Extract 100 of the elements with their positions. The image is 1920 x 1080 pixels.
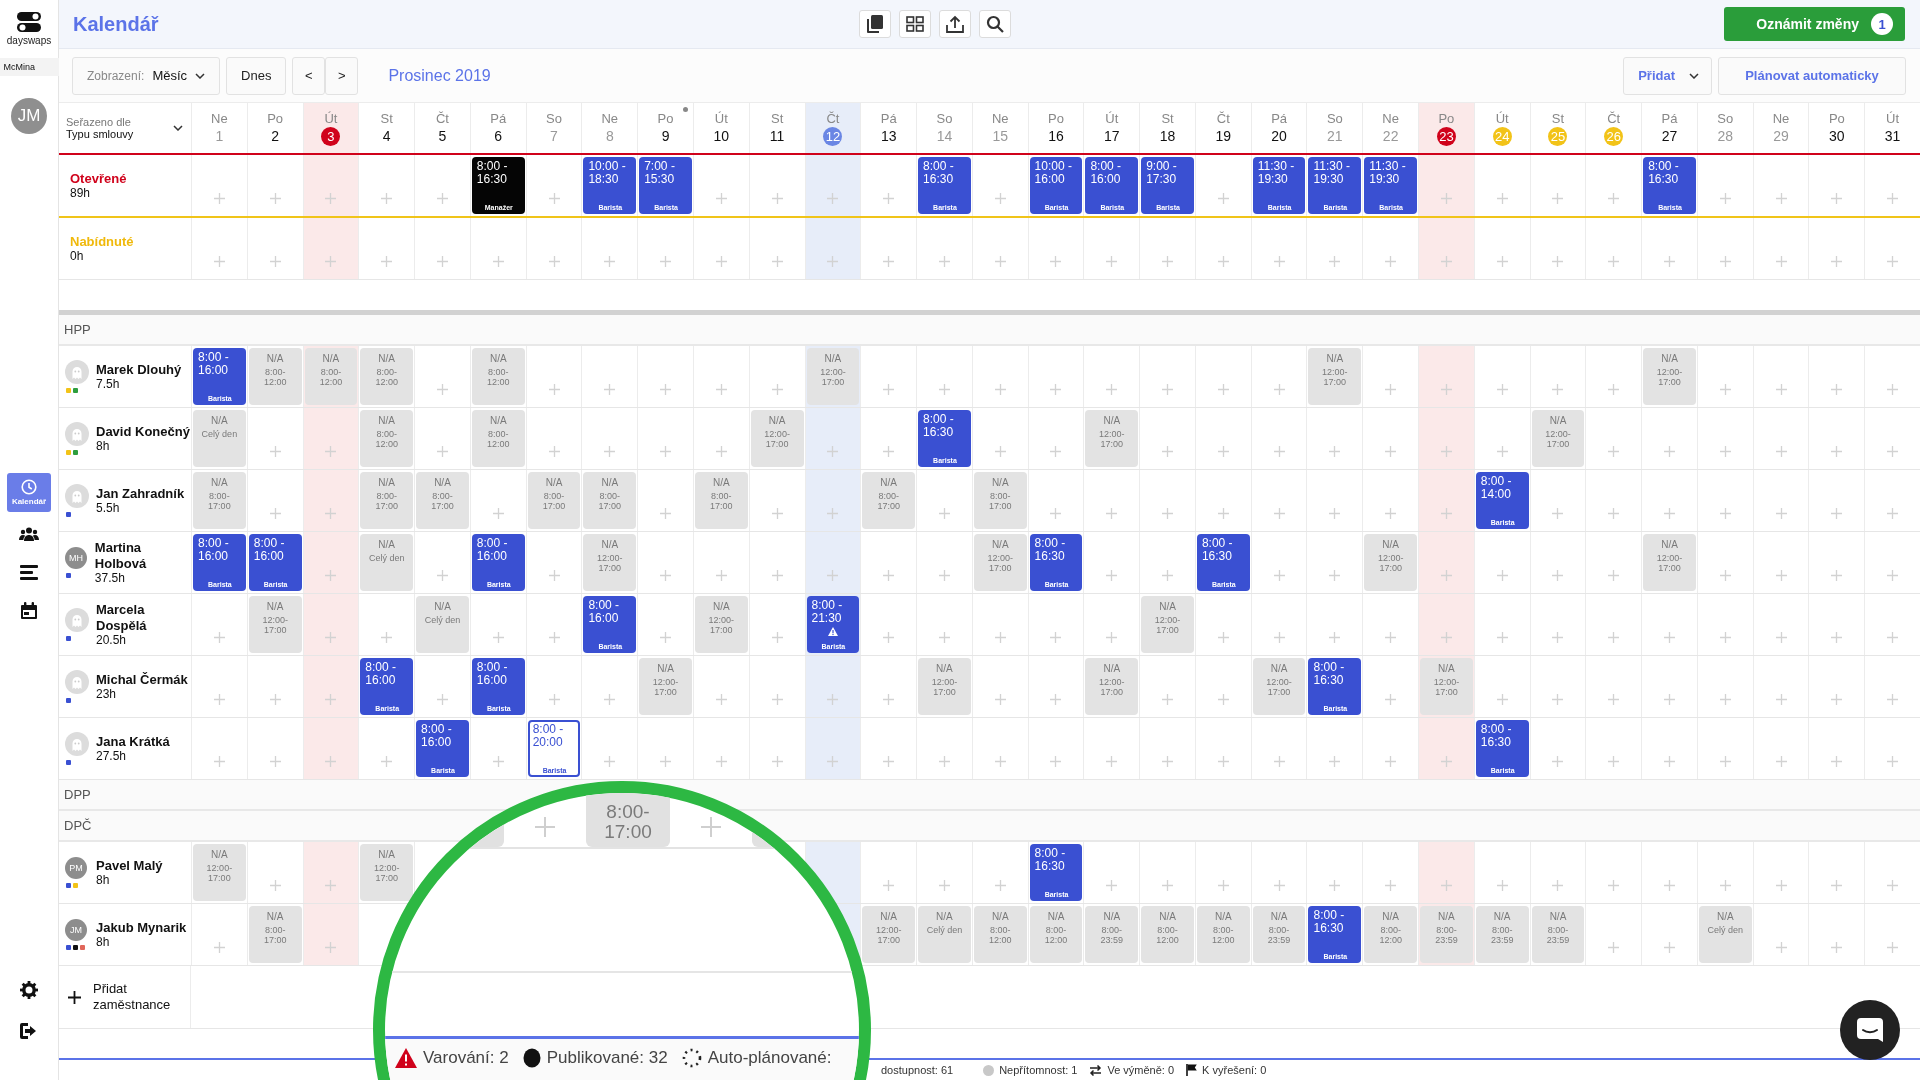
add-icon[interactable] [1106,880,1118,891]
add-icon[interactable] [1608,632,1620,643]
add-icon[interactable] [1050,256,1062,267]
add-icon[interactable] [1106,508,1118,519]
add-icon[interactable] [827,508,839,519]
settings-icon[interactable] [20,981,38,999]
add-icon[interactable] [1385,880,1397,891]
add-icon[interactable] [1162,256,1174,267]
add-icon[interactable] [1440,193,1452,204]
add-icon[interactable] [213,632,225,643]
add-icon[interactable] [1440,880,1452,891]
add-icon[interactable] [1050,632,1062,643]
add-icon[interactable] [1887,508,1899,519]
add-icon[interactable] [660,256,672,267]
add-icon[interactable] [1775,256,1787,267]
add-icon[interactable] [1329,756,1341,767]
add-icon[interactable] [1831,942,1843,953]
sort-dropdown[interactable]: Seřazeno dle Typu smlouvy [59,103,191,153]
add-icon[interactable] [548,632,560,643]
publish-button[interactable]: Oznámit změny 1 [1724,7,1905,41]
add-icon[interactable] [1775,880,1787,891]
add-icon[interactable] [325,508,337,519]
add-icon[interactable] [1552,756,1564,767]
add-icon[interactable] [213,756,225,767]
add-icon[interactable] [1608,570,1620,581]
add-icon[interactable] [938,384,950,395]
add-icon[interactable] [938,508,950,519]
add-icon[interactable] [1887,632,1899,643]
add-icon[interactable] [883,632,895,643]
add-icon[interactable] [1496,193,1508,204]
add-icon[interactable] [771,508,783,519]
toolbar-button[interactable] [979,10,1011,38]
add-icon[interactable] [1719,632,1731,643]
add-icon[interactable] [1775,384,1787,395]
add-icon[interactable] [1273,256,1285,267]
add-icon[interactable] [548,256,560,267]
add-icon[interactable] [325,570,337,581]
employee-name[interactable]: Martina Holbová [94,539,191,572]
add-icon[interactable] [1887,880,1899,891]
add-icon[interactable] [1273,756,1285,767]
add-icon[interactable] [1329,446,1341,457]
add-icon[interactable] [1664,942,1675,953]
add-icon[interactable] [1552,256,1564,267]
add-icon[interactable] [660,570,672,581]
add-icon[interactable] [1496,256,1508,267]
add-icon[interactable] [1608,694,1620,705]
add-icon[interactable] [660,632,672,643]
add-icon[interactable] [715,756,727,767]
toolbar-button[interactable] [899,10,931,38]
add-icon[interactable] [1831,570,1843,581]
add-icon[interactable] [1217,193,1229,204]
add-icon[interactable] [436,694,448,705]
employee-name[interactable]: Jana Krátká [96,733,170,750]
add-icon[interactable] [548,384,560,395]
add-icon[interactable] [325,193,337,204]
add-icon[interactable] [1831,632,1843,643]
add-icon[interactable] [1719,193,1731,204]
add-icon[interactable] [1552,508,1564,519]
add-icon[interactable] [1719,756,1731,767]
add-icon[interactable] [1775,570,1787,581]
add-icon[interactable] [1217,446,1229,457]
add-icon[interactable] [1608,256,1620,267]
add-icon[interactable] [1831,756,1843,767]
add-icon[interactable] [771,256,783,267]
add-icon[interactable] [1440,256,1452,267]
add-icon[interactable] [1050,694,1062,705]
add-icon[interactable] [1664,508,1675,519]
add-icon[interactable] [883,880,895,891]
add-icon[interactable] [1775,756,1787,767]
add-icon[interactable] [1719,508,1731,519]
add-icon[interactable] [827,446,839,457]
add-icon[interactable] [269,256,281,267]
today-button[interactable]: Dnes [226,56,287,95]
add-icon[interactable] [325,880,337,891]
add-icon[interactable] [1385,446,1397,457]
add-icon[interactable] [492,256,504,267]
add-icon[interactable] [1440,446,1452,457]
add-icon[interactable] [994,446,1006,457]
add-icon[interactable] [492,756,504,767]
add-icon[interactable] [1719,570,1731,581]
add-icon[interactable] [1162,880,1174,891]
add-icon[interactable] [325,632,337,643]
add-icon[interactable] [604,384,616,395]
add-icon[interactable] [938,256,950,267]
add-icon[interactable] [604,446,616,457]
add-icon[interactable] [1162,446,1174,457]
add-icon[interactable] [1385,756,1397,767]
add-icon[interactable] [325,942,337,953]
add-icon[interactable] [1440,570,1452,581]
add-icon[interactable] [771,384,783,395]
add-icon[interactable] [604,756,616,767]
add-icon[interactable] [1106,256,1118,267]
add-icon[interactable] [213,256,225,267]
add-icon[interactable] [213,193,225,204]
add-icon[interactable] [938,756,950,767]
add-icon[interactable] [1775,193,1787,204]
add-icon[interactable] [1887,193,1899,204]
add-icon[interactable] [827,694,839,705]
add-icon[interactable] [1775,632,1787,643]
user-avatar[interactable]: JM [11,98,47,134]
